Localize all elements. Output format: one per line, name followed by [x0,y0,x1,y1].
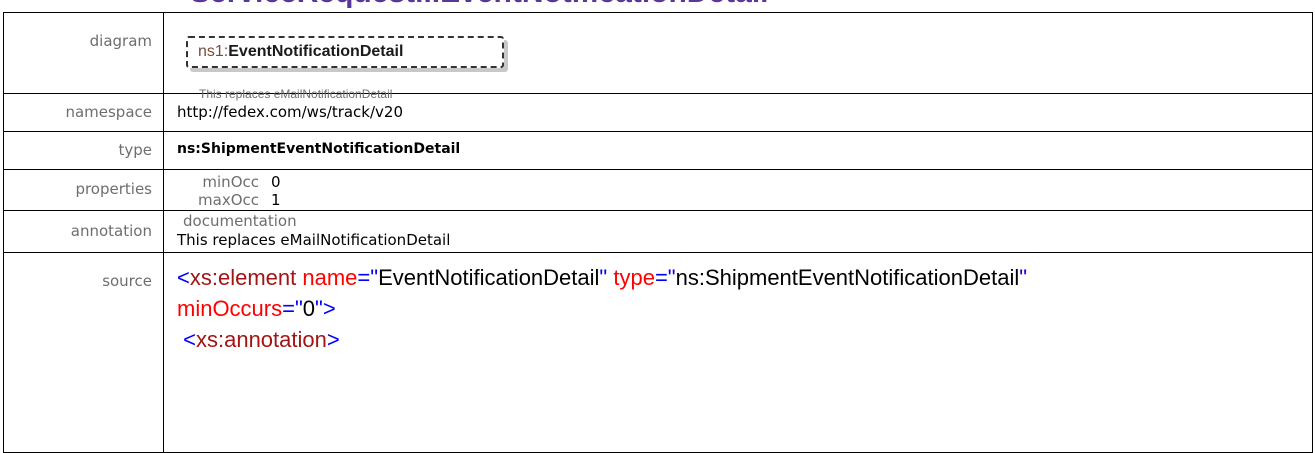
source-punct: > [326,327,340,352]
source-punct: =" [282,296,303,321]
source-attr-value: 0 [302,296,316,321]
type-row: type ns:ShipmentEventNotificationDetail [3,131,1313,170]
property-value: 0 [271,173,281,191]
source-row: source <xs:element name="EventNotificati… [3,252,1313,453]
page-title: ServiceRequest...EventNotificationDetail [190,0,1315,8]
diagram-label: diagram [89,32,152,50]
properties-label: properties [75,180,152,198]
type-value-link[interactable]: ns:ShipmentEventNotificationDetail [177,132,1312,157]
type-value-cell: ns:ShipmentEventNotificationDetail [163,131,1313,170]
diagram-element[interactable]: ns1:EventNotificationDetail [186,36,504,68]
annotation-row: annotation documentation This replaces e… [3,210,1313,253]
annotation-body: documentation This replaces eMailNotific… [177,211,1312,250]
annotation-value-cell: documentation This replaces eMailNotific… [163,210,1313,253]
properties-grid: minOcc 0 maxOcc 1 [177,170,1312,209]
properties-label-cell: properties [3,169,164,211]
source-attr-value: EventNotificationDetail [378,265,600,290]
namespace-label: namespace [65,103,152,121]
element-doc-table: diagram namespace http://fedex.com/ws/tr… [3,12,1313,453]
source-tag: xs:element [189,265,297,290]
source-label-cell: source [3,252,164,453]
source-code: <xs:element name="EventNotificationDetai… [177,253,1312,355]
namespace-label-cell: namespace [3,93,164,132]
source-punct: < [177,265,190,290]
property-value: 1 [271,191,281,209]
source-punct: =" [654,265,676,290]
type-label-cell: type [3,131,164,170]
documentation-key: documentation [183,212,297,230]
diagram-element-name: EventNotificationDetail [228,43,404,60]
source-tag: xs:annotation [195,327,327,352]
source-punct: "> [315,296,336,321]
properties-value-cell: minOcc 0 maxOcc 1 [163,169,1313,211]
property-key: maxOcc [198,191,259,209]
diagram-element-box[interactable]: ns1:EventNotificationDetail [186,36,508,72]
source-attr: minOccurs [177,296,283,321]
documentation-text: This replaces eMailNotificationDetail [177,231,451,249]
properties-row: properties minOcc 0 maxOcc 1 [3,169,1313,211]
annotation-label: annotation [70,222,152,240]
source-attr: type [607,265,655,290]
property-key: minOcc [202,173,259,191]
source-attr: name [296,265,358,290]
type-label: type [118,141,152,159]
source-punct: < [177,327,196,352]
diagram-element-prefix: ns1: [198,43,229,60]
source-punct: =" [357,265,379,290]
source-attr-value: ns:ShipmentEventNotificationDetail [675,265,1020,290]
diagram-label-cell: diagram [3,12,164,94]
diagram-caption: This replaces eMailNotificationDetail [199,87,393,101]
source-label: source [102,272,152,290]
source-punct: " [1019,265,1028,290]
source-value-cell: <xs:element name="EventNotificationDetai… [163,252,1313,453]
annotation-label-cell: annotation [3,210,164,253]
